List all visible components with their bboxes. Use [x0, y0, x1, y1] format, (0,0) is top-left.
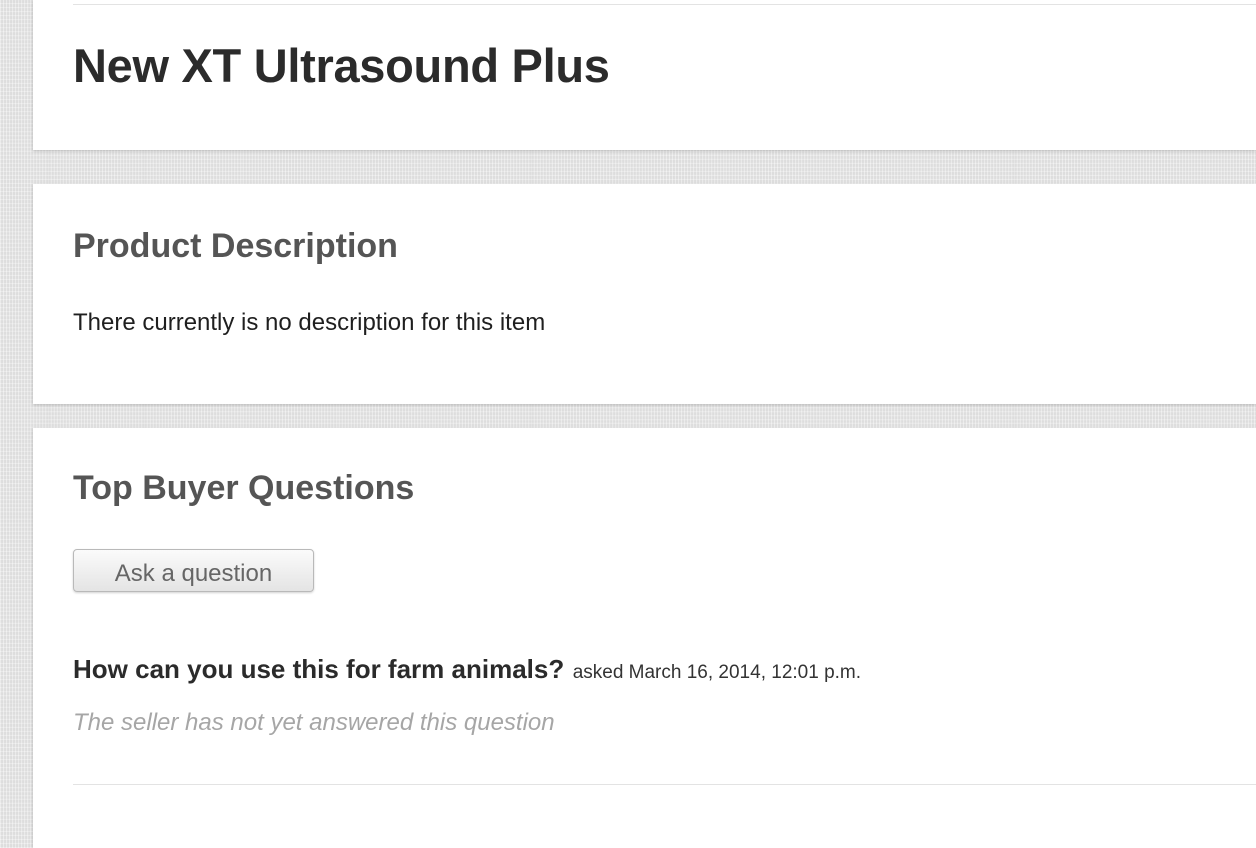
product-description-panel: Product Description There currently is n… — [33, 184, 1256, 404]
product-title-panel: New XT Ultrasound Plus — [33, 0, 1256, 150]
answer-status: The seller has not yet answered this que… — [73, 709, 555, 736]
product-title: New XT Ultrasound Plus — [73, 39, 610, 92]
divider — [73, 4, 1256, 5]
question-text: How can you use this for farm animals? — [73, 654, 565, 684]
question-item: How can you use this for farm animals? a… — [73, 652, 861, 691]
description-text: There currently is no description for th… — [73, 309, 546, 336]
question-asked-date: asked March 16, 2014, 12:01 p.m. — [572, 662, 862, 683]
buyer-questions-panel: Top Buyer Questions Ask a question How c… — [33, 428, 1256, 848]
divider — [73, 784, 1256, 785]
ask-question-button[interactable]: Ask a question — [73, 549, 314, 592]
description-heading: Product Description — [73, 227, 398, 265]
questions-heading: Top Buyer Questions — [73, 469, 415, 507]
